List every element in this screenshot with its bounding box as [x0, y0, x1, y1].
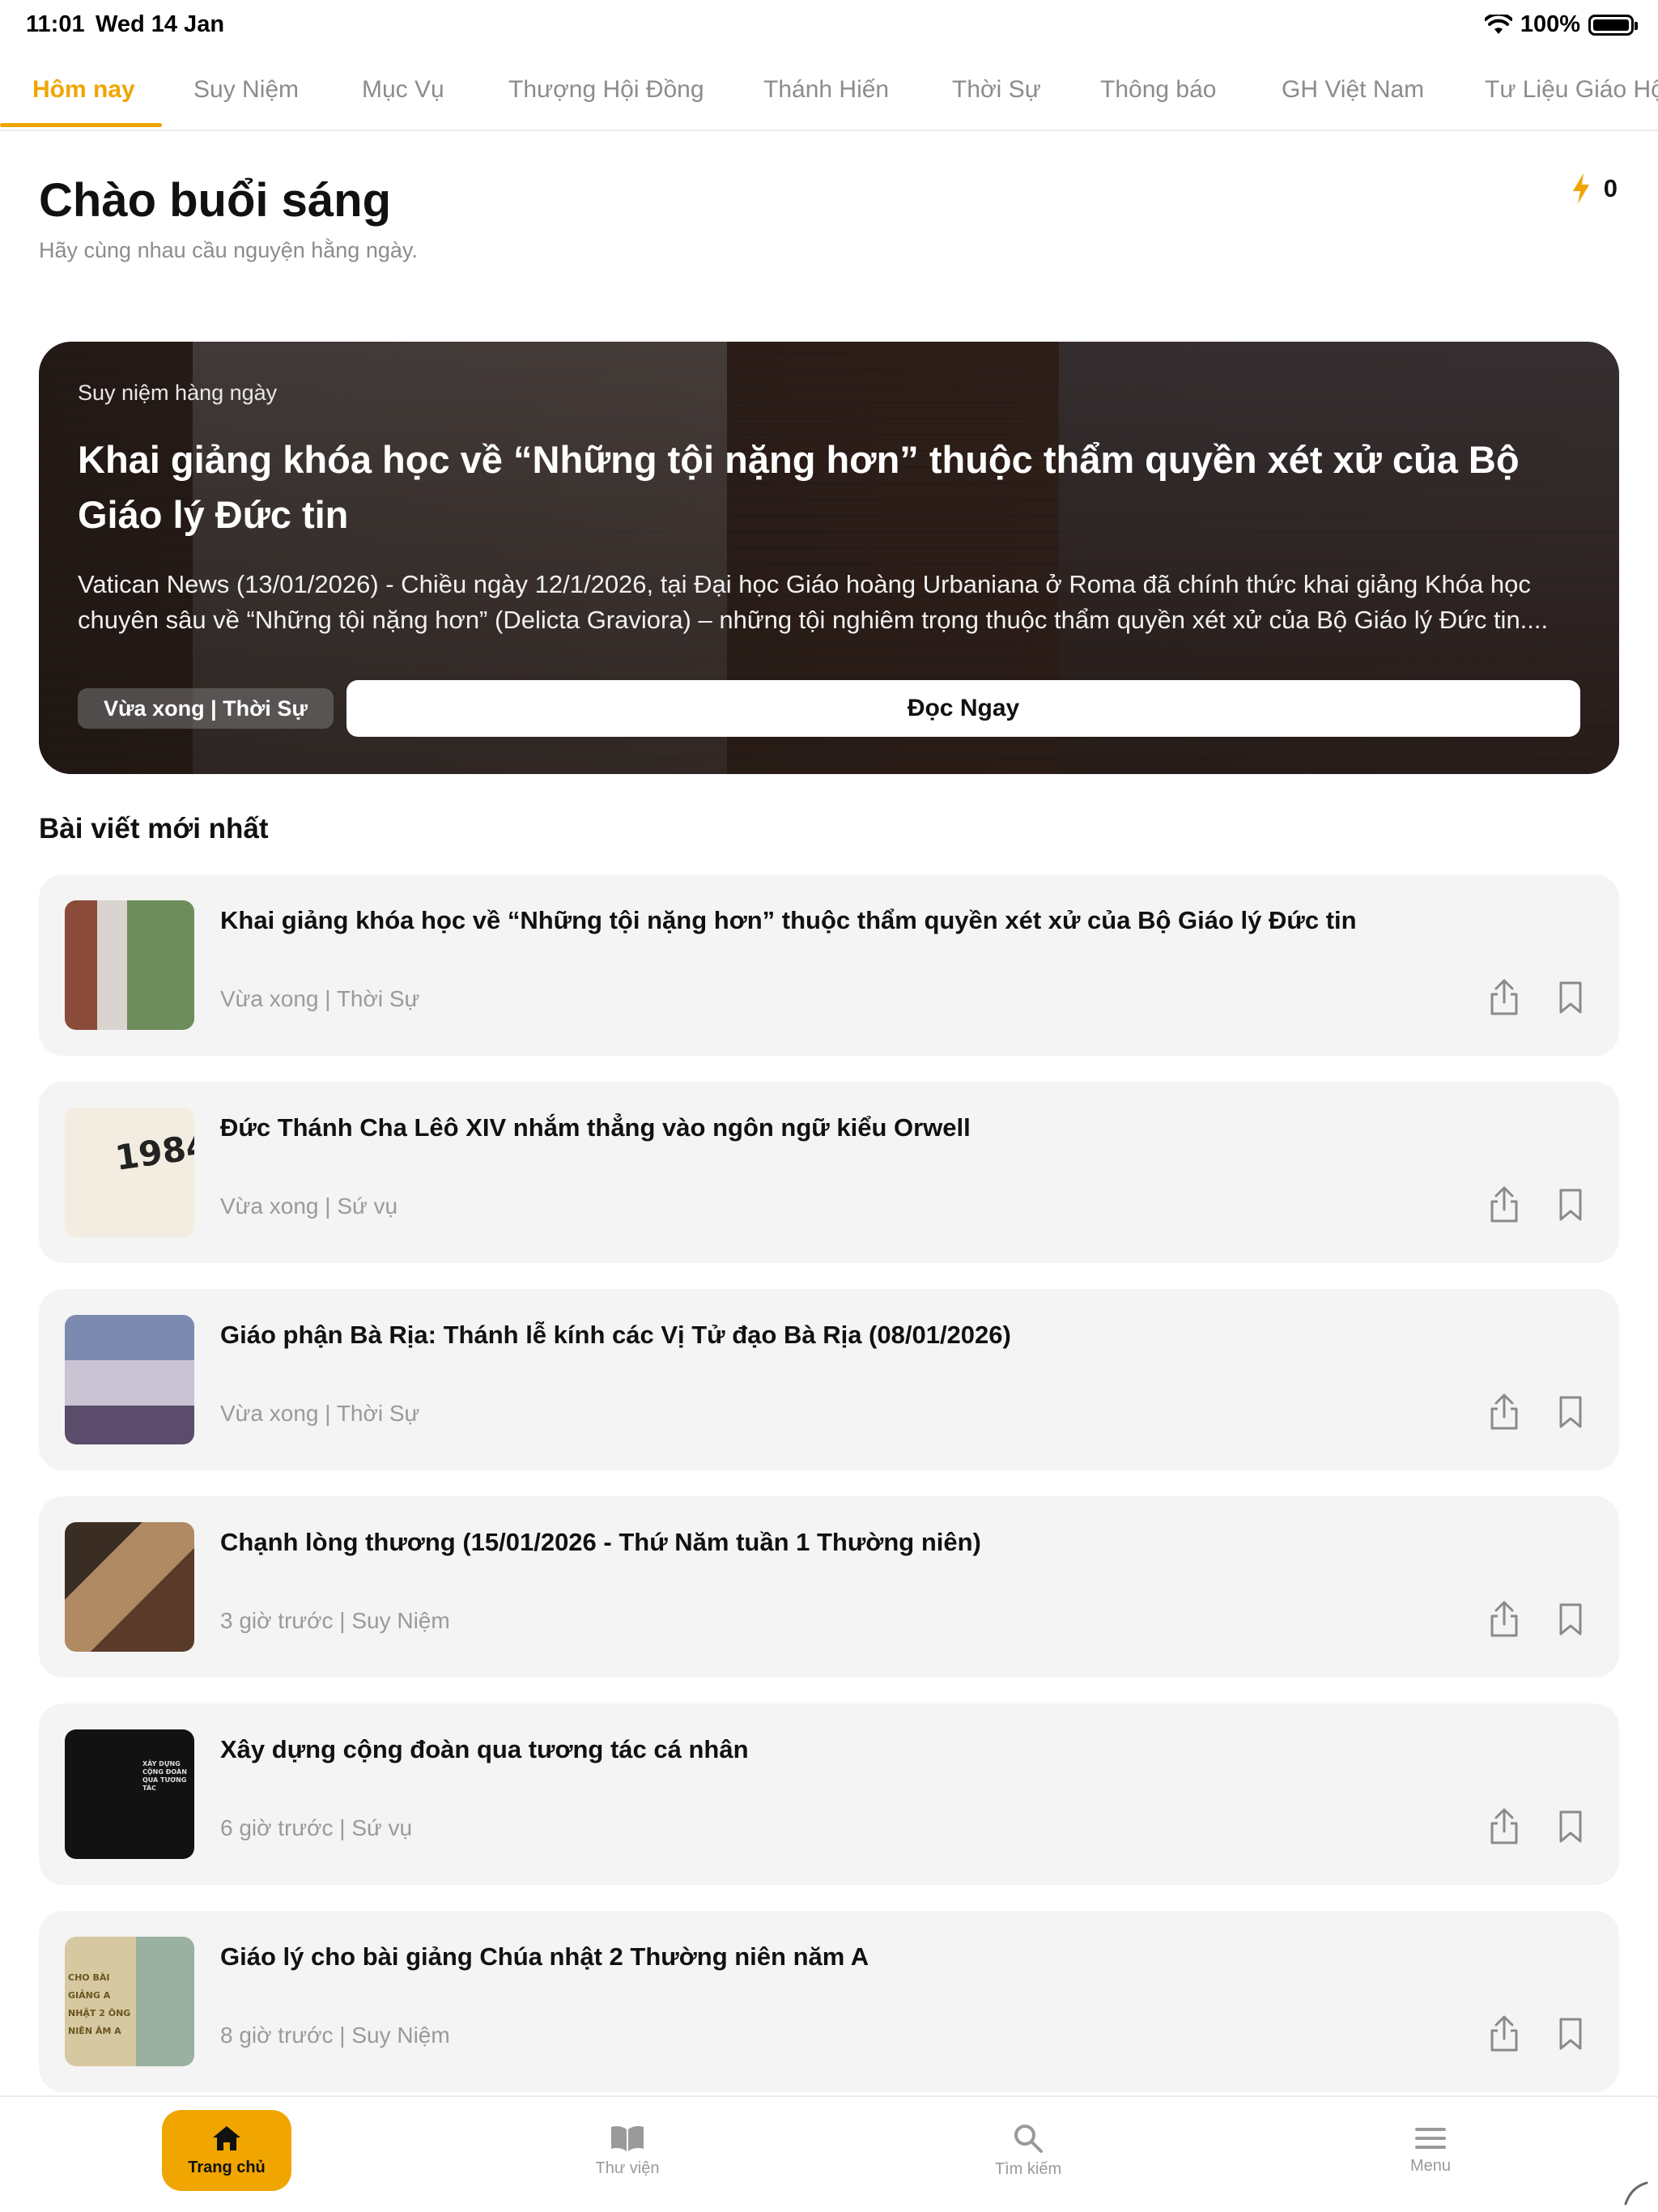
article-meta: 8 giờ trước | Suy Niệm — [220, 2023, 450, 2048]
bookmark-icon[interactable] — [1554, 1600, 1587, 1639]
featured-title: Khai giảng khóa học về “Những tội nặng h… — [78, 438, 1520, 536]
status-time: 11:01 — [26, 11, 85, 37]
article-thumbnail — [65, 900, 194, 1030]
bookmark-icon[interactable] — [1554, 1393, 1587, 1431]
article-card[interactable]: Khai giảng khóa học về “Những tội nặng h… — [39, 874, 1619, 1056]
nav-menu-label: Menu — [1409, 2156, 1452, 2175]
home-icon — [213, 2125, 240, 2150]
active-tab-indicator — [0, 123, 162, 127]
tab-thoi-su[interactable]: Thời Sự — [952, 76, 1041, 104]
nav-home[interactable]: Trang chủ — [162, 2110, 291, 2191]
article-meta: Vừa xong | Thời Sự — [220, 1401, 420, 1426]
bookmark-icon[interactable] — [1554, 1807, 1587, 1846]
tab-thong-bao[interactable]: Thông báo — [1100, 76, 1216, 104]
featured-article-card[interactable]: Suy niệm hàng ngày Khai giảng khóa học v… — [39, 342, 1619, 774]
share-icon[interactable] — [1486, 1807, 1522, 1846]
tab-hom-nay[interactable]: Hôm nay — [32, 76, 135, 104]
article-title: Đức Thánh Cha Lêô XIV nhắm thẳng vào ngô… — [220, 1113, 971, 1142]
article-card[interactable]: 1984 Đức Thánh Cha Lêô XIV nhắm thẳng và… — [39, 1082, 1619, 1263]
share-icon[interactable] — [1486, 2014, 1522, 2053]
article-thumbnail: 1984 — [65, 1108, 194, 1237]
bookmark-icon[interactable] — [1554, 978, 1587, 1017]
share-icon[interactable] — [1486, 978, 1522, 1017]
section-title: Bài viết mới nhất — [39, 813, 269, 844]
share-icon[interactable] — [1486, 1600, 1522, 1639]
nav-search[interactable]: Tìm kiếm — [963, 2110, 1093, 2191]
search-icon — [1014, 2124, 1043, 2153]
thumbnail-text: XÂY DỰNG CỘNG ĐOÀN QUA TƯƠNG TÁC — [142, 1760, 187, 1792]
thumbnail-text: CHO BÀI GIẢNG A NHẬT 2 ÔNG NIÊN ĂM A — [68, 1972, 131, 2036]
nav-menu[interactable]: Menu — [1366, 2110, 1495, 2191]
menu-icon — [1415, 2127, 1446, 2149]
category-tabs: Hôm nay Suy Niệm Mục Vụ Thượng Hội Đồng … — [0, 63, 1658, 131]
article-thumbnail: CHO BÀI GIẢNG A NHẬT 2 ÔNG NIÊN ĂM A — [65, 1937, 194, 2066]
featured-kicker: Suy niệm hàng ngày — [78, 381, 278, 405]
page-subtitle: Hãy cùng nhau cầu nguyện hằng ngày. — [39, 238, 418, 262]
article-thumbnail: XÂY DỰNG CỘNG ĐOÀN QUA TƯƠNG TÁC — [65, 1729, 194, 1859]
tab-tu-lieu-giao-hoi[interactable]: Tư Liệu Giáo Hộ — [1485, 76, 1658, 104]
article-meta: 6 giờ trước | Sứ vụ — [220, 1815, 413, 1840]
tab-thanh-hien[interactable]: Thánh Hiến — [763, 76, 889, 104]
streak-count: 0 — [1603, 174, 1618, 202]
wifi-icon — [1484, 14, 1512, 34]
nav-search-label: Tìm kiếm — [994, 2159, 1062, 2178]
read-now-button[interactable]: Đọc Ngay — [346, 680, 1580, 737]
bottom-navigation: Trang chủ Thư viện Tìm kiếm Menu — [0, 2095, 1658, 2212]
featured-meta-badge: Vừa xong | Thời Sự — [78, 688, 334, 729]
nav-library-label: Thư viện — [595, 2159, 660, 2177]
bolt-icon — [1572, 173, 1589, 204]
article-title: Giáo phận Bà Rịa: Thánh lễ kính các Vị T… — [220, 1321, 1011, 1349]
article-thumbnail — [65, 1522, 194, 1652]
nav-library[interactable]: Thư viện — [563, 2110, 692, 2191]
share-icon[interactable] — [1486, 1185, 1522, 1224]
article-title: Giáo lý cho bài giảng Chúa nhật 2 Thường… — [220, 1942, 869, 1971]
tab-thuong-hoi-dong[interactable]: Thượng Hội Đồng — [508, 76, 704, 104]
article-card[interactable]: Giáo phận Bà Rịa: Thánh lễ kính các Vị T… — [39, 1289, 1619, 1470]
status-date: Wed 14 Jan — [96, 11, 225, 37]
article-thumbnail — [65, 1315, 194, 1444]
corner-handle-icon — [1624, 2181, 1648, 2206]
status-bar: 11:01 Wed 14 Jan 100% — [0, 0, 1658, 52]
featured-excerpt: Vatican News (13/01/2026) - Chiều ngày 1… — [78, 570, 1549, 634]
tab-suy-niem[interactable]: Suy Niệm — [193, 76, 299, 104]
tab-muc-vu[interactable]: Mục Vụ — [362, 76, 444, 104]
battery-percent: 100% — [1520, 11, 1580, 37]
article-title: Khai giảng khóa học về “Những tội nặng h… — [220, 906, 1357, 934]
streak-counter[interactable]: 0 — [1571, 173, 1618, 204]
article-card[interactable]: XÂY DỰNG CỘNG ĐOÀN QUA TƯƠNG TÁC Xây dựn… — [39, 1704, 1619, 1885]
bookmark-icon[interactable] — [1554, 1185, 1587, 1224]
thumbnail-text: 1984 — [113, 1125, 194, 1178]
article-meta: Vừa xong | Sứ vụ — [220, 1193, 398, 1219]
article-meta: Vừa xong | Thời Sự — [220, 986, 420, 1011]
nav-home-label: Trang chủ — [188, 2158, 266, 2176]
book-icon — [611, 2125, 644, 2151]
share-icon[interactable] — [1486, 1393, 1522, 1431]
article-card[interactable]: CHO BÀI GIẢNG A NHẬT 2 ÔNG NIÊN ĂM A Giá… — [39, 1911, 1619, 2092]
bookmark-icon[interactable] — [1554, 2014, 1587, 2053]
article-title: Xây dựng cộng đoàn qua tương tác cá nhân — [220, 1735, 749, 1763]
article-card[interactable]: Chạnh lòng thương (15/01/2026 - Thứ Năm … — [39, 1496, 1619, 1678]
article-meta: 3 giờ trước | Suy Niệm — [220, 1608, 450, 1633]
tab-gh-viet-nam[interactable]: GH Việt Nam — [1282, 76, 1424, 104]
article-title: Chạnh lòng thương (15/01/2026 - Thứ Năm … — [220, 1528, 981, 1556]
battery-icon — [1588, 14, 1638, 36]
status-indicators: 100% — [1484, 11, 1638, 38]
page-title: Chào buổi sáng — [39, 174, 391, 227]
